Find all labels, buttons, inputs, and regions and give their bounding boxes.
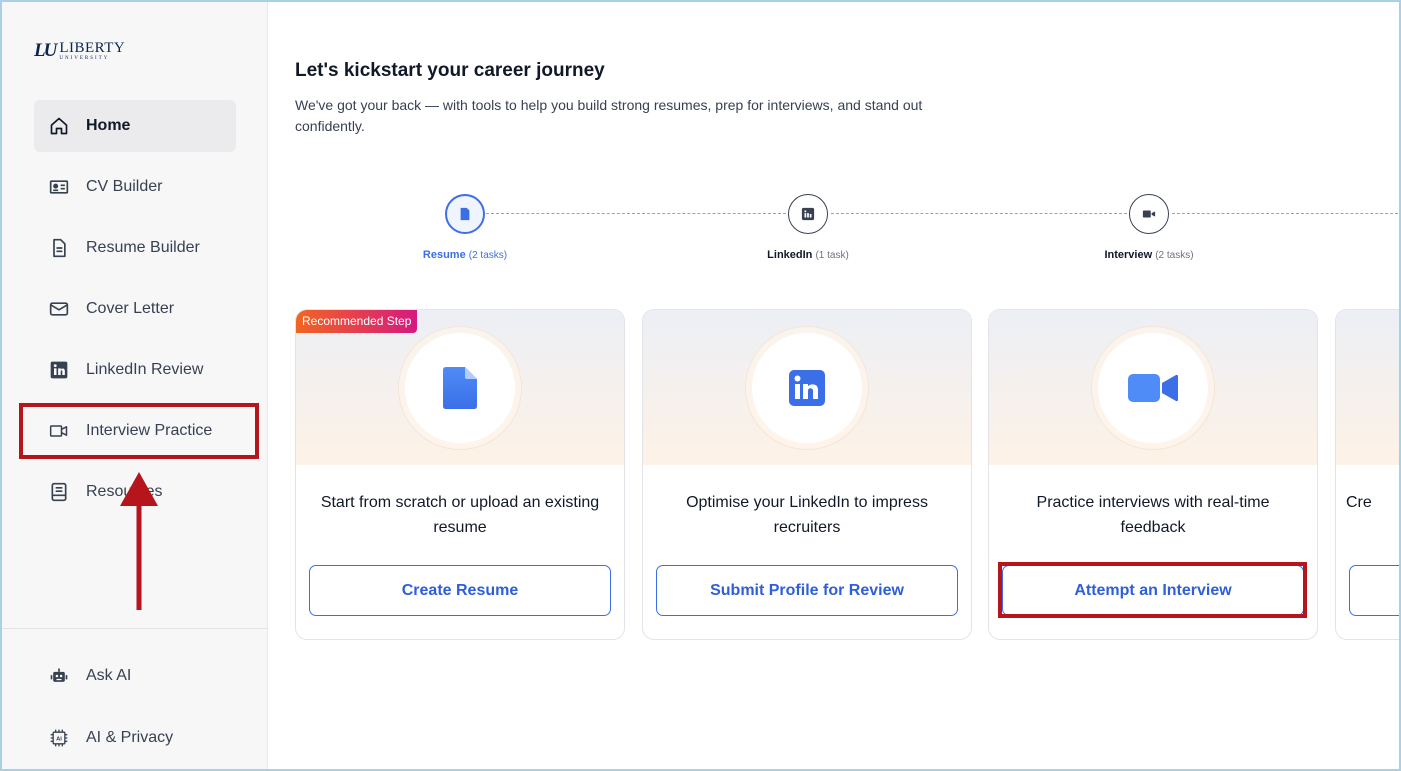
sidebar-item-label: AI & Privacy [86,729,174,746]
page-title: Let's kickstart your career journey [295,60,605,81]
envelope-icon [48,298,70,320]
ai-chip-icon: AI [48,727,70,749]
step-label-text: LinkedIn [767,249,813,261]
card-resume: Recommended Step Start from scratch or u… [295,309,625,640]
card-partial: Cre [1335,309,1399,640]
step-label-resume: Resume (2 tasks) [423,249,507,261]
video-camera-icon [1142,210,1156,218]
page-subtitle: We've got your back — with tools to help… [295,97,923,134]
step-connector [831,213,1127,214]
card-icon-circle [405,333,515,443]
card-header [296,310,624,465]
app-window: LU LIBERTY UNIVERSITY Home CV Builder Re… [0,0,1401,771]
linkedin-icon [789,370,825,406]
step-label-text: Resume [422,249,466,261]
card-description: Cre [1346,494,1372,511]
document-icon [48,237,70,259]
robot-icon [48,665,70,687]
sidebar-item-label: Ask AI [86,667,132,684]
sidebar-item-label: Cover Letter [86,300,175,317]
sidebar-item-label: CV Builder [86,178,163,195]
step-label-text: Interview [1104,249,1153,261]
red-arrow-annotation [120,472,158,610]
notebook-icon [48,481,70,503]
sidebar-item-linkedin-review[interactable]: LinkedIn Review [34,344,236,396]
step-task-count: (1 task) [815,250,849,261]
sidebar-item-cover-letter[interactable]: Cover Letter [34,283,236,335]
step-task-count: (2 tasks) [1155,250,1194,261]
card-header [989,310,1317,465]
progress-stepper: Resume (2 tasks) LinkedIn (1 task) Inter… [268,192,1399,272]
sidebar-item-label: Resume Builder [86,239,200,256]
card-description: Practice interviews with real-time feedb… [1036,494,1270,536]
submit-profile-for-review-button[interactable]: Submit Profile for Review [656,565,958,616]
attempt-interview-highlight [998,562,1307,618]
linkedin-icon [48,359,70,381]
step-label-interview: Interview (2 tasks) [1104,249,1193,261]
recommended-step-badge: Recommended Step [296,310,418,333]
interview-practice-highlight [19,403,259,459]
sidebar: LU LIBERTY UNIVERSITY Home CV Builder Re… [2,2,268,769]
logo-sub: UNIVERSITY [59,56,110,61]
card-header [1336,310,1399,465]
step-linkedin[interactable] [788,194,828,234]
step-label-linkedin: LinkedIn (1 task) [767,249,849,261]
linkedin-icon [801,207,815,221]
id-card-icon [48,176,70,198]
main-content: Let's kickstart your career journey We'v… [268,2,1399,769]
card-icon-circle [752,333,862,443]
step-connector [486,213,786,214]
card-description: Start from scratch or upload an existing… [320,494,600,536]
step-resume[interactable] [445,194,485,234]
sidebar-item-label: Home [86,117,131,134]
sidebar-item-resume-builder[interactable]: Resume Builder [34,222,236,274]
sidebar-divider [2,628,268,629]
logo-text: LIBERTY UNIVERSITY [59,40,125,62]
card-linkedin: Optimise your LinkedIn to impress recrui… [642,309,972,640]
sidebar-item-cv-builder[interactable]: CV Builder [34,161,236,213]
logo-word: LIBERTY [59,40,126,56]
step-task-count: (2 tasks) [468,250,508,261]
document-icon [460,207,470,221]
step-interview[interactable] [1129,194,1169,234]
video-camera-icon [1128,374,1178,402]
step-connector [1172,213,1399,214]
svg-text:AI: AI [56,737,62,743]
sidebar-item-ask-ai[interactable]: Ask AI [34,650,236,702]
card-header [643,310,971,465]
sidebar-item-ai-privacy[interactable]: AI AI & Privacy [34,712,236,764]
card-partial-button[interactable] [1349,565,1399,616]
sidebar-item-home[interactable]: Home [34,100,236,152]
card-icon-circle [1098,333,1208,443]
card-description: Optimise your LinkedIn to impress recrui… [686,494,928,536]
logo-mark: LU [34,40,57,61]
document-icon [443,367,477,409]
liberty-university-logo[interactable]: LU LIBERTY UNIVERSITY [34,40,125,62]
home-icon [48,115,70,137]
sidebar-item-label: LinkedIn Review [86,361,204,378]
create-resume-button[interactable]: Create Resume [309,565,611,616]
